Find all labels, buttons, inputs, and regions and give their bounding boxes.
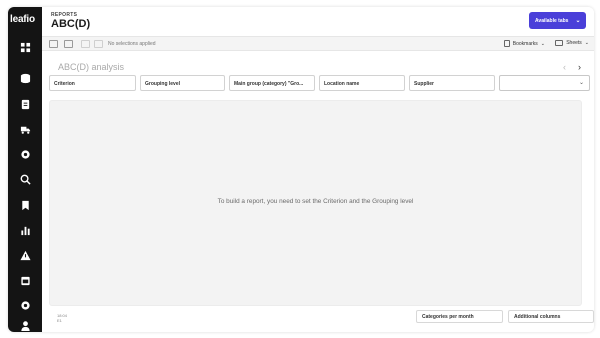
settings-gear-icon[interactable] [15,144,35,164]
app-logo[interactable]: leafio [10,14,42,25]
filter-location-name[interactable]: Location name [319,75,405,91]
filter-supplier[interactable]: Supplier [409,75,495,91]
selection-lasso-icon[interactable] [49,40,58,48]
step-back-icon[interactable] [81,40,90,48]
no-selections-text: No selections applied [108,41,156,47]
dashboard-icon[interactable] [15,37,35,57]
chevron-down-icon: ⌄ [578,80,584,86]
sheet-title: ABC(D) analysis [58,62,125,72]
empty-report-message: To build a report, you need to set the C… [217,198,414,205]
selections-toolbar: No selections applied Bookmarks ⌄ Sheets… [42,36,594,51]
database-icon[interactable] [15,68,35,88]
categories-per-month-tab[interactable]: Categories per month [416,310,503,323]
filter-criterion[interactable]: Criterion [49,75,136,91]
available-tabs-button[interactable]: Available tabs ⌄ [529,12,586,29]
app-window: leafio REPORTS ABC(D) Available tabs ⌄ N… [8,7,594,332]
additional-columns-tab[interactable]: Additional columns [508,310,594,323]
report-canvas: To build a report, you need to set the C… [49,100,582,306]
footer-sub: E1 [57,318,62,323]
main-content: REPORTS ABC(D) Available tabs ⌄ No selec… [42,7,594,332]
sidebar: leafio [8,7,42,332]
delivery-truck-icon[interactable] [15,119,35,139]
bookmarks-button[interactable]: Bookmarks ⌄ [503,40,545,47]
search-analytics-icon[interactable] [15,169,35,189]
chevron-down-icon: ⌄ [575,18,581,24]
page-header: REPORTS ABC(D) Available tabs ⌄ [42,7,594,36]
previous-sheet-icon[interactable]: ‹ [563,62,566,72]
chevron-down-icon: ⌄ [584,40,589,46]
page-title: ABC(D) [51,18,91,30]
bar-chart-icon[interactable] [15,220,35,240]
chevron-down-icon: ⌄ [540,40,545,47]
next-sheet-icon[interactable]: › [578,62,581,72]
filter-main-group[interactable]: Main group (category) "Gro... [229,75,315,91]
user-avatar-icon[interactable] [15,315,35,332]
footer-timestamp: 18:04 E1 [57,313,67,323]
calendar-icon[interactable] [15,270,35,290]
document-icon[interactable] [15,94,35,114]
bookmarks-label: Bookmarks [512,40,538,47]
sheets-icon [555,40,564,46]
bookmark-outline-icon [503,40,510,47]
bookmark-icon[interactable] [15,195,35,215]
warning-icon[interactable] [15,245,35,265]
clear-selections-icon[interactable] [94,40,103,48]
sheets-button[interactable]: Sheets ⌄ [555,40,589,46]
extra-filter-dropdown[interactable]: ⌄ [499,75,590,91]
sheets-label: Sheets [566,40,582,46]
select-region-icon[interactable] [64,40,73,48]
filter-grouping-level[interactable]: Grouping level [140,75,225,91]
cog-icon[interactable] [15,295,35,315]
filter-bar: Criterion Grouping level Main group (cat… [49,75,590,91]
available-tabs-label: Available tabs [535,17,569,24]
